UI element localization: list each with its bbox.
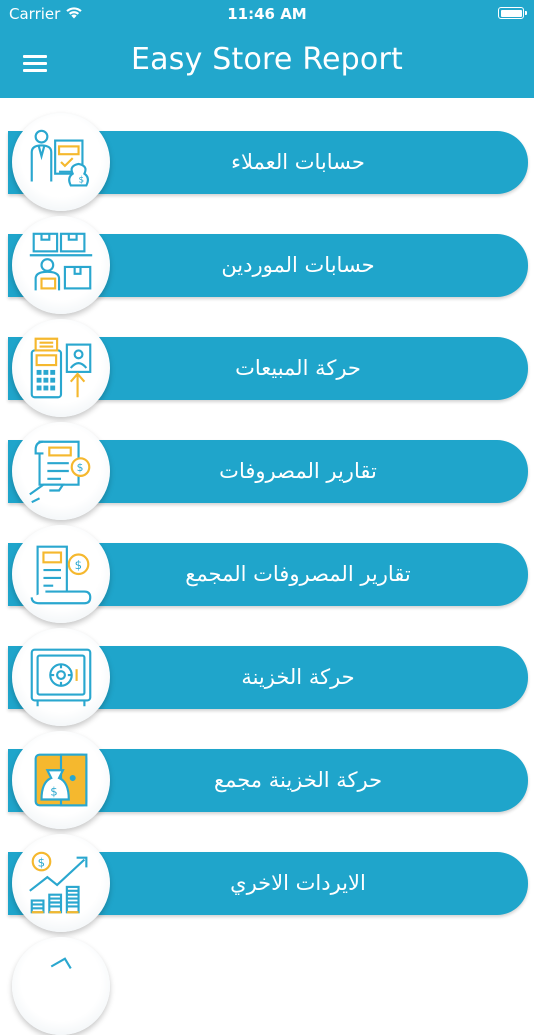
page-title: Easy Store Report	[131, 42, 403, 77]
expense-receipt-icon: $	[12, 422, 110, 520]
menu-item-aggregate-treasury-movement[interactable]: حركة الخزينة مجمع $	[0, 716, 534, 829]
customer-accounts-icon: $	[12, 113, 110, 211]
menu-item-label: حركة الخزينة	[241, 665, 355, 689]
supplier-boxes-icon	[12, 216, 110, 314]
menu-item-treasury-movement[interactable]: حركة الخزينة	[0, 613, 534, 726]
menu-item-label: حسابات الموردين	[221, 253, 375, 277]
wallet-money-bag-icon: $	[12, 731, 110, 829]
menu-item-other-revenues[interactable]: الايردات الاخري $	[0, 819, 534, 932]
safe-icon	[12, 628, 110, 726]
menu-item-expense-reports[interactable]: تقارير المصروفات $	[0, 407, 534, 520]
menu-item-label: حسابات العملاء	[231, 150, 365, 174]
status-bar: Carrier 11:46 AM	[0, 0, 534, 28]
app-header: Carrier 11:46 AM Easy Store Report	[0, 0, 534, 98]
svg-text:$: $	[50, 785, 57, 799]
menu-item-partial[interactable]	[0, 922, 534, 1035]
svg-text:$: $	[75, 558, 82, 572]
menu-item-label: تقارير المصروفات المجمع	[185, 562, 411, 586]
battery-icon	[498, 7, 527, 19]
svg-text:$: $	[77, 461, 84, 474]
svg-text:$: $	[79, 175, 85, 185]
menu-item-sales-movement[interactable]: حركة المبيعات	[0, 304, 534, 417]
menu-item-label: الايردات الاخري	[230, 871, 366, 895]
svg-text:$: $	[38, 855, 45, 869]
menu-item-customer-accounts[interactable]: حسابات العملاء $	[0, 98, 534, 211]
pos-terminal-icon	[12, 319, 110, 417]
menu-item-label: حركة الخزينة مجمع	[213, 768, 383, 792]
revenue-growth-chart-icon: $	[12, 834, 110, 932]
aggregate-expense-receipt-icon: $	[12, 525, 110, 623]
menu-item-aggregate-expense-reports[interactable]: تقارير المصروفات المجمع $	[0, 510, 534, 623]
menu-item-label: حركة المبيعات	[235, 356, 361, 380]
next-item-icon	[12, 937, 110, 1035]
report-menu-list: حسابات العملاء $ حسابات الموردين حركة ال…	[0, 98, 534, 1035]
menu-item-supplier-accounts[interactable]: حسابات الموردين	[0, 201, 534, 314]
status-time: 11:46 AM	[227, 5, 307, 23]
menu-item-label: تقارير المصروفات	[219, 459, 377, 483]
